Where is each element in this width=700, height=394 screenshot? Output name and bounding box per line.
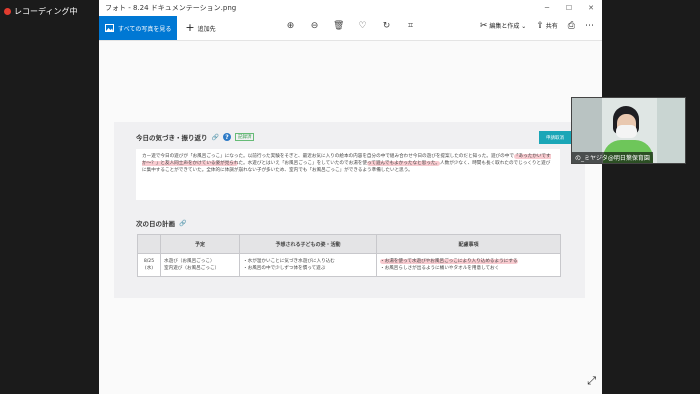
rotate-icon[interactable]: ↻ [381,21,392,31]
care-highlight: ・お湯を使って水遊びやお風呂ごっこにより入り込めるようにする [380,259,518,264]
favorite-icon[interactable]: ♡ [357,21,368,31]
window-title: フォト - 8.24 ドキュメンテーション.png [105,4,237,12]
expected-cell: ・水が温かいことに気づき水遊びに入り込む ・お風呂の中で少しずつ体を慣って遊ぶ [239,253,377,277]
add-to-button[interactable]: + 追加先 [185,21,216,34]
crop-icon[interactable]: ⌗ [405,21,416,31]
share-icon: ⇪ [536,21,544,31]
delete-icon[interactable]: 🗑 [333,21,344,31]
image-canvas: 今日の気づき・振り返り 🔗 ? 記録済 申請取消 カー遊で今日の遊びが「お風呂ご… [99,41,602,394]
record-dot-icon [4,7,11,15]
chevron-down-icon: ⌄ [521,23,527,30]
photos-window: フォト - 8.24 ドキュメンテーション.png ─ ☐ ✕ すべての写真を見… [99,0,602,394]
background-right [657,98,685,163]
zoom-in-icon[interactable]: ⊕ [285,21,296,31]
reflection-text: カー遊で今日の遊びが「お風呂ごっこ」になった。以前行った実験をそぎと、最近お気に… [136,149,560,200]
edit-create-label: 編集と作成 [489,23,520,30]
title-bar: フォト - 8.24 ドキュメンテーション.png ─ ☐ ✕ [99,0,602,16]
section1-title: 今日の気づき・振り返り [136,134,208,142]
plan-table: 予定 予想される子どもの姿・活動 配慮事項 8/25 (水) 水遊び（お風呂ごっ… [137,234,561,277]
toolbar: すべての写真を見る + 追加先 ⊕ ⊖ 🗑 ♡ ↻ ⌗ ✂ 編集と作成 ⌄ ⇪ … [99,16,602,41]
reflection-heading: 今日の気づき・振り返り 🔗 ? 記録済 [136,132,255,142]
expand-icon[interactable]: ⤢ [587,374,596,388]
plus-icon: + [185,21,195,34]
plan-cell: 水遊び（お風呂ごっこ） 室内遊び（お風呂ごっこ） [160,253,240,277]
share-button[interactable]: ⇪ 共有 [536,21,557,31]
table-header [137,234,161,254]
edit-create-button[interactable]: ✂ 編集と作成 ⌄ [480,21,526,31]
care-cell: ・お湯を使って水遊びやお風呂ごっこにより入り込めるようにする ・お風呂らしさが出… [376,253,561,277]
all-photos-button[interactable]: すべての写真を見る [99,16,178,40]
all-photos-label: すべての写真を見る [118,25,172,33]
reflection-highlight-2: って遊んでもよかったなと思った。 [366,161,441,167]
table-row: 8/25 (水) 水遊び（お風呂ごっこ） 室内遊び（お風呂ごっこ） ・水が温かい… [137,253,561,277]
section2-title: 次の日の計画 [136,220,175,228]
table-header: 配慮事項 [376,234,561,254]
more-icon[interactable]: ⋯ [585,21,594,31]
participant-name: の_ミヤジタ@明日葉保育園 [572,152,653,163]
share-label: 共有 [545,23,558,30]
edit-icon: ✂ [479,21,488,31]
recording-indicator: レコーディング中 [4,4,77,18]
print-icon[interactable]: ⎙ [568,21,575,31]
link-icon: 🔗 [179,219,187,227]
help-icon: ? [222,133,231,141]
apply-cancel-button: 申請取消 [539,131,571,144]
table-header: 予想される子どもの姿・活動 [239,234,377,254]
maximize-button[interactable]: ☐ [558,4,580,12]
face-mask [616,125,637,138]
video-thumbnail: の_ミヤジタ@明日葉保育園 [571,97,686,164]
photos-icon [105,24,114,32]
minimize-button[interactable]: ─ [536,4,558,12]
zoom-out-icon[interactable]: ⊖ [309,21,320,31]
reflection-before: カー遊で今日の遊びが「お風呂ごっこ」になった。以前行った実験をそぎと、最近お気に… [142,154,514,159]
date-cell: 8/25 (水) [137,253,161,277]
close-button[interactable]: ✕ [580,4,602,12]
link-icon: 🔗 [211,133,219,141]
reflection-mid: た。水遊びとはいえ「お風呂ごっこ」をしていたのでお湯を使 [238,161,367,167]
status-badge: 記録済 [234,133,255,141]
care-rest: ・お風呂らしさが出るように桶いやタオルを用意しておく [380,266,500,271]
documentation-image: 今日の気づき・振り返り 🔗 ? 記録済 申請取消 カー遊で今日の遊びが「お風呂ご… [114,122,585,298]
recording-label: レコーディング中 [14,6,78,16]
add-to-label: 追加先 [197,25,216,33]
table-header: 予定 [160,234,240,254]
plan-heading: 次の日の計画 🔗 [136,218,187,229]
